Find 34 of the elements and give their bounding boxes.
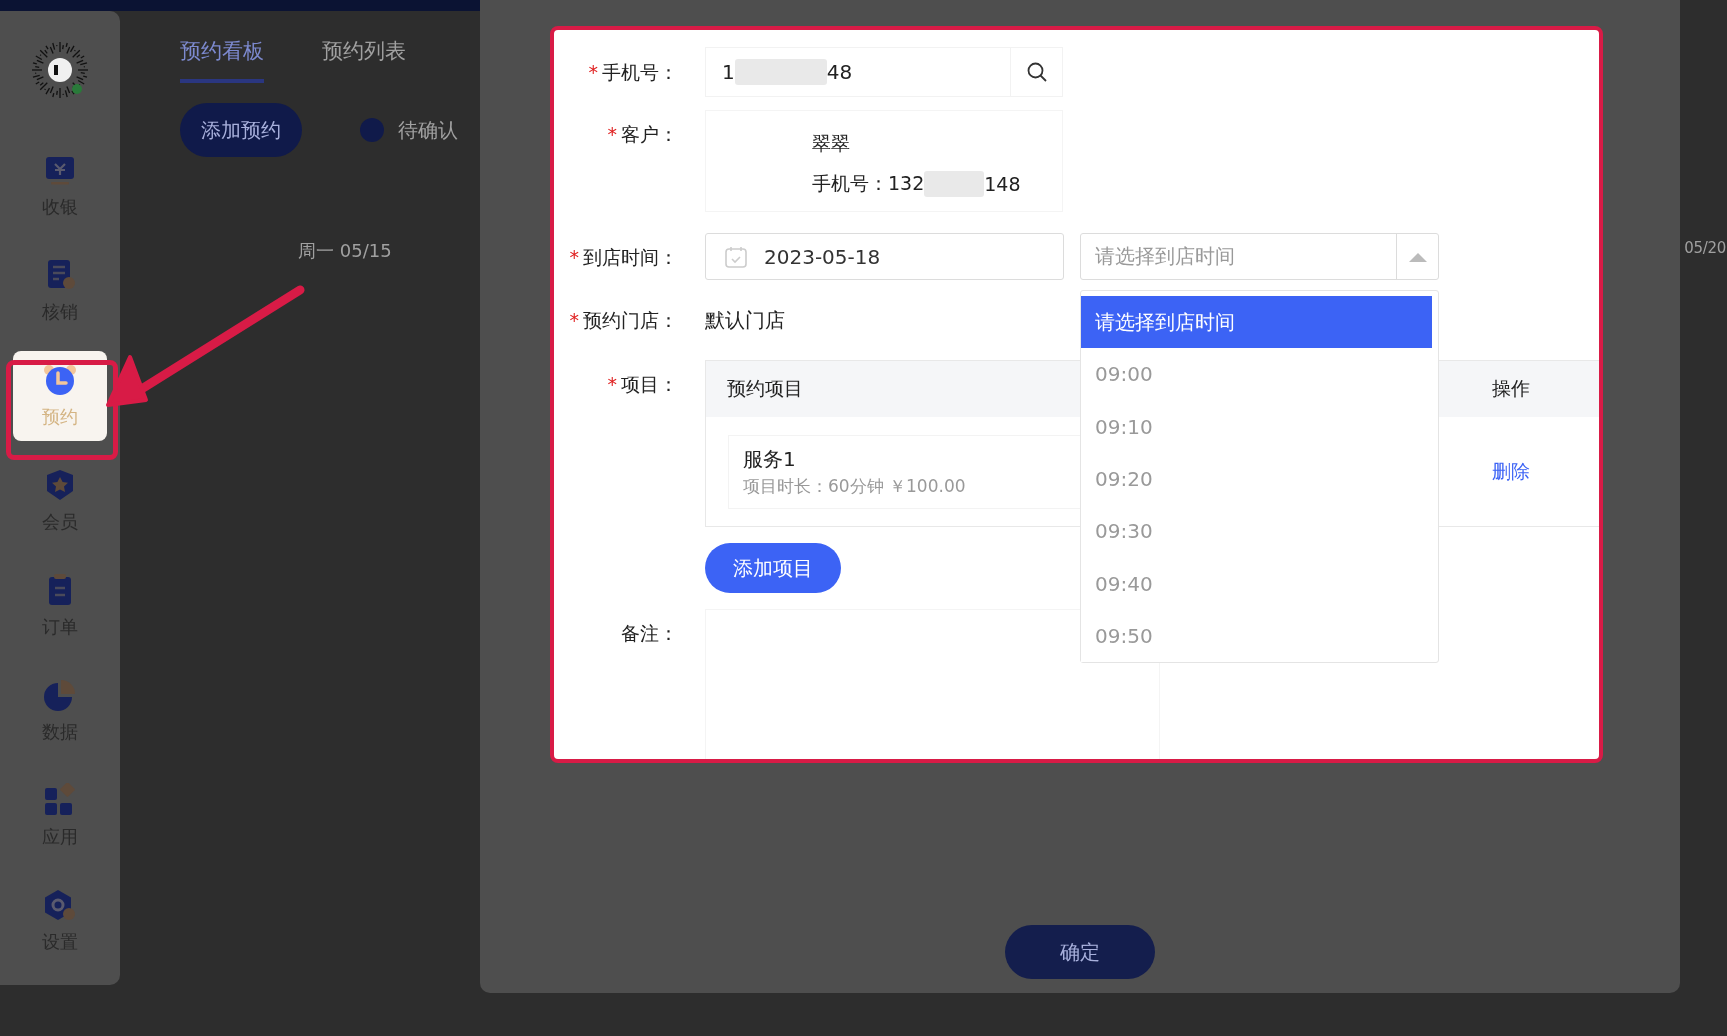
pie-chart-icon	[43, 678, 77, 712]
dropdown-option[interactable]: 请选择到店时间	[1081, 296, 1432, 349]
day-header: 05/20	[1684, 239, 1726, 259]
form-label: * 客户：	[606, 122, 678, 146]
add-booking-button[interactable]: 添加预约	[180, 103, 302, 157]
tab[interactable]: 预约看板	[180, 37, 264, 83]
note-field[interactable]	[705, 609, 1160, 759]
alarm-clock-icon	[43, 363, 77, 397]
form-label: * 手机号：	[587, 60, 678, 84]
settings-icon	[43, 888, 77, 922]
calendar-icon	[724, 244, 748, 269]
form-label: 备注：	[620, 621, 678, 645]
qr-code-icon	[29, 39, 91, 101]
search-icon[interactable]	[1025, 61, 1048, 83]
legend-label: 待确认	[398, 116, 458, 144]
store-value: 默认门店	[705, 306, 785, 334]
app-grid-icon	[43, 783, 77, 817]
column-header: 预约项目	[726, 376, 804, 401]
form-label: * 预约门店：	[568, 308, 678, 332]
phone-input[interactable]: 1 48	[705, 47, 1063, 97]
form-label: * 项目：	[606, 372, 678, 396]
column-header: 操作	[1491, 376, 1531, 401]
form-label: * 到店时间：	[568, 244, 678, 269]
time-select[interactable]: 请选择到店时间	[1080, 233, 1439, 280]
day-header: 周一 05/15	[298, 239, 392, 263]
date-input[interactable]: 2023-05-18	[705, 233, 1064, 280]
service-detail: 项目时长：60分钟 ￥100.00	[743, 474, 966, 498]
tab[interactable]: 预约列表	[322, 37, 406, 83]
sidebar-item[interactable]: 预约	[13, 351, 107, 441]
customer-name: 翠翠	[812, 131, 851, 156]
service-name: 服务1	[743, 445, 796, 473]
add-item-button[interactable]: 添加项目	[705, 543, 841, 593]
confirm-button[interactable]: 确定	[1005, 925, 1155, 979]
customer-phone: 手机号：132 148	[812, 171, 1022, 197]
